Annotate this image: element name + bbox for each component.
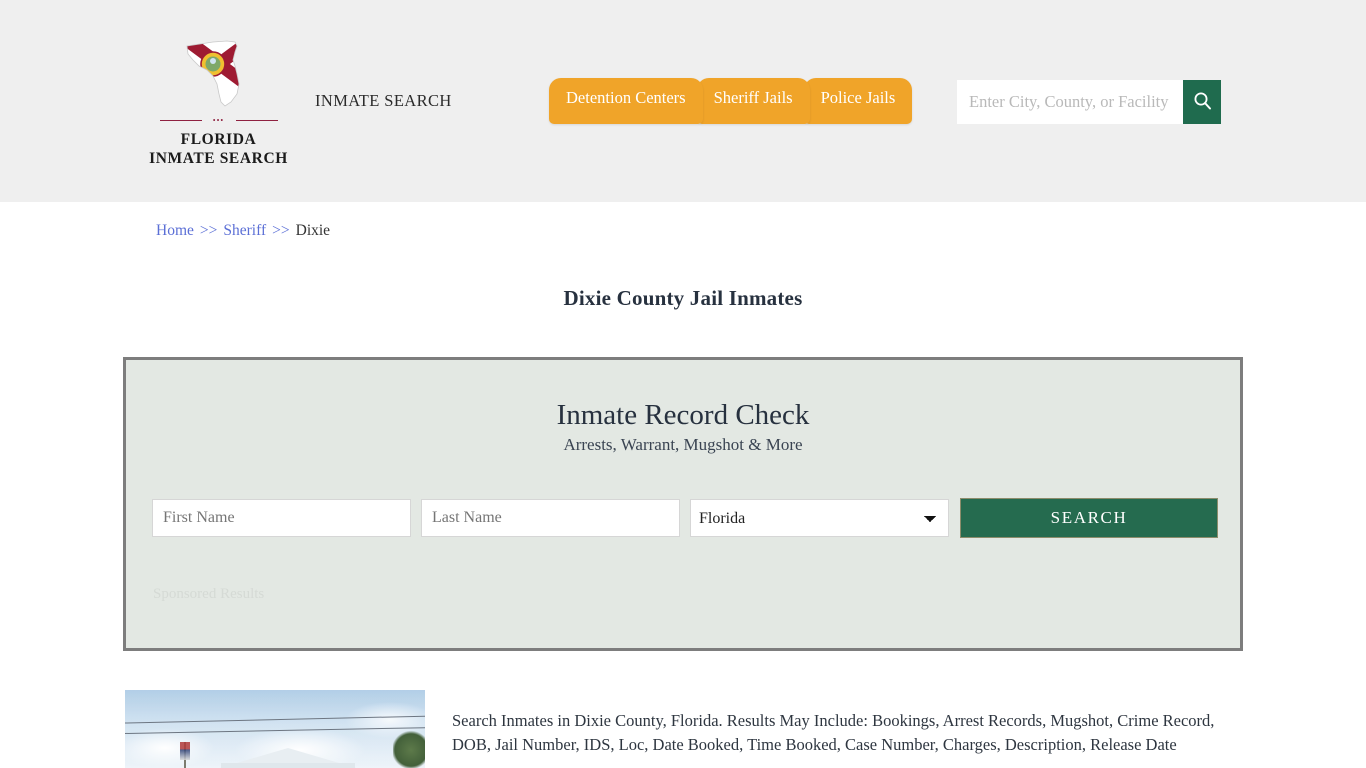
logo-text-line2: INMATE SEARCH xyxy=(146,149,291,168)
search-icon xyxy=(1193,91,1212,113)
inmate-search-button[interactable]: SEARCH xyxy=(960,498,1218,538)
logo-divider-dots: ••• xyxy=(213,117,224,125)
breadcrumb-item-home[interactable]: Home xyxy=(156,222,194,239)
logo-text-line1: FLORIDA xyxy=(146,130,291,149)
photo-building-body xyxy=(221,763,355,768)
breadcrumb-separator-2: >> xyxy=(272,222,289,239)
photo-flag xyxy=(180,742,190,760)
florida-state-flag-icon xyxy=(183,36,255,114)
last-name-input[interactable] xyxy=(421,499,680,537)
breadcrumb: Home >> Sheriff >> Dixie xyxy=(156,222,330,240)
site-logo[interactable]: ••• FLORIDA INMATE SEARCH xyxy=(146,36,291,168)
header-search-button[interactable] xyxy=(1183,80,1221,124)
inmate-record-check-panel: Inmate Record Check Arrests, Warrant, Mu… xyxy=(123,357,1243,651)
logo-divider: ••• xyxy=(160,116,278,125)
header-tagline: INMATE SEARCH xyxy=(315,91,452,111)
header-search-input[interactable] xyxy=(957,80,1183,124)
header-inner: ••• FLORIDA INMATE SEARCH INMATE SEARCH … xyxy=(0,0,1366,202)
header-search-group xyxy=(957,80,1221,124)
state-select[interactable]: Florida xyxy=(690,499,949,537)
primary-navigation: Detention Centers Sheriff Jails Police J… xyxy=(549,78,906,124)
content-description: Search Inmates in Dixie County, Florida.… xyxy=(452,709,1230,757)
nav-tab-detention-centers[interactable]: Detention Centers xyxy=(549,78,703,124)
breadcrumb-item-sheriff[interactable]: Sheriff xyxy=(223,222,266,239)
breadcrumb-separator-1: >> xyxy=(200,222,217,239)
nav-tab-police-jails[interactable]: Police Jails xyxy=(804,78,913,124)
content-row: Search Inmates in Dixie County, Florida.… xyxy=(0,690,1366,768)
record-check-title: Inmate Record Check xyxy=(126,398,1240,432)
record-check-subtitle: Arrests, Warrant, Mugshot & More xyxy=(126,435,1240,455)
sponsored-results-label: Sponsored Results xyxy=(153,586,264,603)
breadcrumb-item-dixie: Dixie xyxy=(296,222,330,239)
nav-tab-sheriff-jails[interactable]: Sheriff Jails xyxy=(697,78,810,124)
jail-photo-thumbnail xyxy=(125,690,425,768)
inmate-search-form: Florida SEARCH xyxy=(152,498,1218,538)
first-name-input[interactable] xyxy=(152,499,411,537)
site-header: ••• FLORIDA INMATE SEARCH INMATE SEARCH … xyxy=(0,0,1366,202)
photo-tree xyxy=(393,730,425,768)
page-title: Dixie County Jail Inmates xyxy=(0,286,1366,311)
